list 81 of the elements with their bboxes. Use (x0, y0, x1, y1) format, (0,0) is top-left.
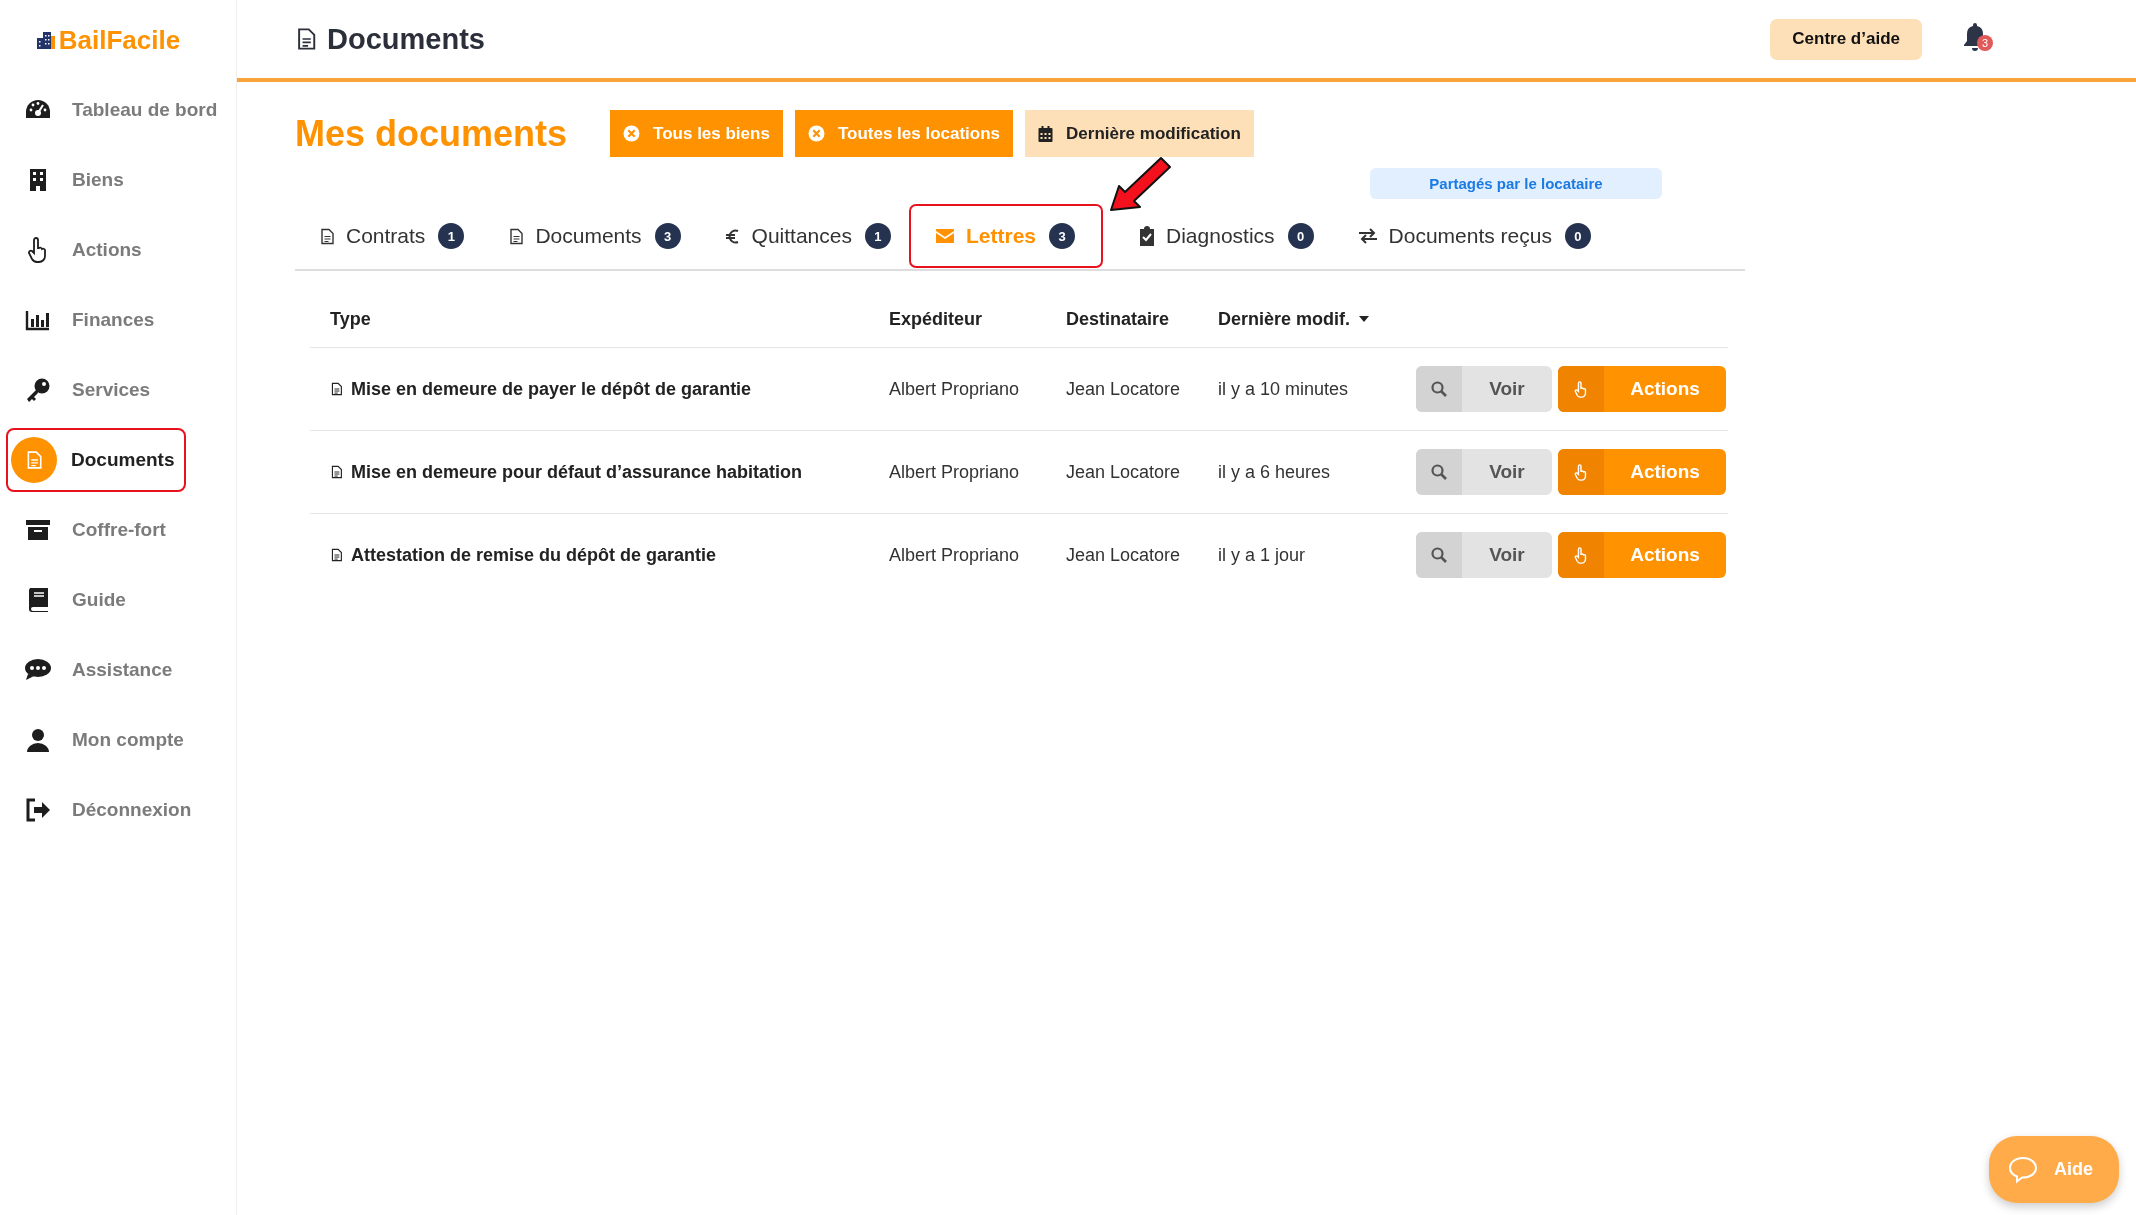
filter-button[interactable]: Toutes les locations (794, 110, 1014, 157)
filter-button[interactable]: Tous les biens (610, 110, 783, 157)
search-icon (1431, 547, 1447, 563)
document-type: Mise en demeure de payer le dépôt de garantie (351, 378, 752, 400)
book-icon (27, 587, 49, 613)
sidebar-item[interactable]: Mon compte (6, 717, 196, 763)
x-circle-icon (807, 125, 825, 142)
bar-chart-icon (25, 309, 51, 331)
count-badge: 1 (865, 223, 891, 249)
notification-count: 3 (1977, 35, 1993, 51)
buildings-logo-icon (35, 30, 56, 50)
document-icon (319, 226, 335, 246)
help-center-button[interactable]: Centre d’aide (1770, 18, 1922, 60)
count-badge: 3 (654, 223, 681, 249)
sidebar-item[interactable]: Guide (6, 577, 138, 623)
sidebar-item[interactable]: Actions (6, 227, 154, 273)
actions-button[interactable]: Actions (1558, 449, 1726, 495)
document-icon (330, 464, 343, 480)
envelope-icon (935, 228, 955, 244)
pointing-hand-icon (1574, 546, 1588, 564)
archive-box-icon (25, 518, 51, 542)
document-icon (295, 25, 317, 53)
view-button[interactable]: Voir (1416, 449, 1552, 495)
shared-by-tenant-badge[interactable]: Partagés par le locataire (1370, 168, 1662, 199)
count-badge: 3 (1049, 223, 1075, 249)
document-type: Mise en demeure pour défaut d’assurance habitation (351, 461, 803, 483)
speech-bubble-icon (2008, 1155, 2038, 1184)
document-icon (330, 381, 343, 397)
sidebar-item[interactable]: Finances (6, 297, 167, 343)
sign-out-icon (25, 798, 51, 822)
actions-button[interactable]: Actions (1558, 366, 1726, 412)
notification-button[interactable]: 3 (1962, 22, 1996, 56)
sidebar-item[interactable]: Tableau de bord (6, 87, 230, 133)
document-type: Attestation de remise du dépôt de garantie (351, 544, 717, 566)
document-icon (508, 226, 525, 246)
column-header[interactable]: Dernière modif. (1218, 308, 1370, 330)
pointing-hand-icon (27, 237, 49, 263)
document-icon (25, 449, 43, 471)
building-icon (28, 168, 48, 192)
sidebar-item[interactable]: Services (6, 367, 163, 413)
page-title: Documents (327, 22, 485, 56)
sender-name: Albert Propriano (889, 544, 1020, 565)
pointing-hand-icon (1574, 380, 1588, 398)
sidebar-item[interactable]: Biens (6, 157, 136, 203)
view-button[interactable]: Voir (1416, 532, 1552, 578)
recipient-name: Jean Locatore (1066, 544, 1181, 565)
view-button[interactable]: Voir (1416, 366, 1552, 412)
count-badge: 0 (1287, 223, 1314, 249)
modified-time: il y a 6 heures (1218, 461, 1331, 482)
clipboard-check-icon (1139, 226, 1155, 246)
sidebar-item[interactable]: Assistance (6, 647, 185, 693)
search-icon (1431, 381, 1447, 397)
filter-button[interactable]: Dernière modification (1025, 110, 1254, 157)
recipient-name: Jean Locatore (1066, 378, 1181, 399)
document-icon (330, 547, 343, 563)
sender-name: Albert Propriano (889, 378, 1020, 399)
logo-text[interactable]: BailFacile (58, 24, 181, 56)
sidebar-item[interactable]: Coffre-fort (6, 507, 178, 553)
count-badge: 0 (1565, 223, 1591, 249)
section-title: Mes documents (295, 112, 568, 155)
column-header: Destinataire (1066, 308, 1170, 330)
sort-caret-icon (1359, 316, 1370, 322)
recipient-name: Jean Locatore (1066, 461, 1181, 482)
calendar-icon (1038, 125, 1054, 142)
actions-button[interactable]: Actions (1558, 532, 1726, 578)
column-header: Type (330, 308, 371, 330)
sidebar-item[interactable]: Déconnexion (6, 787, 204, 833)
modified-time: il y a 1 jour (1218, 544, 1306, 565)
euro-icon (724, 226, 741, 246)
pointing-hand-icon (1574, 463, 1588, 481)
x-circle-icon (623, 125, 641, 142)
chat-bubble-icon (24, 658, 52, 682)
column-header: Expéditeur (889, 308, 983, 330)
modified-time: il y a 10 minutes (1218, 378, 1349, 399)
sender-name: Albert Propriano (889, 461, 1020, 482)
sidebar-item[interactable]: Documents (6, 428, 187, 492)
search-icon (1431, 464, 1447, 480)
count-badge: 1 (438, 223, 465, 249)
key-icon (25, 377, 51, 403)
user-icon (26, 728, 50, 752)
exchange-arrows-icon (1357, 228, 1378, 244)
